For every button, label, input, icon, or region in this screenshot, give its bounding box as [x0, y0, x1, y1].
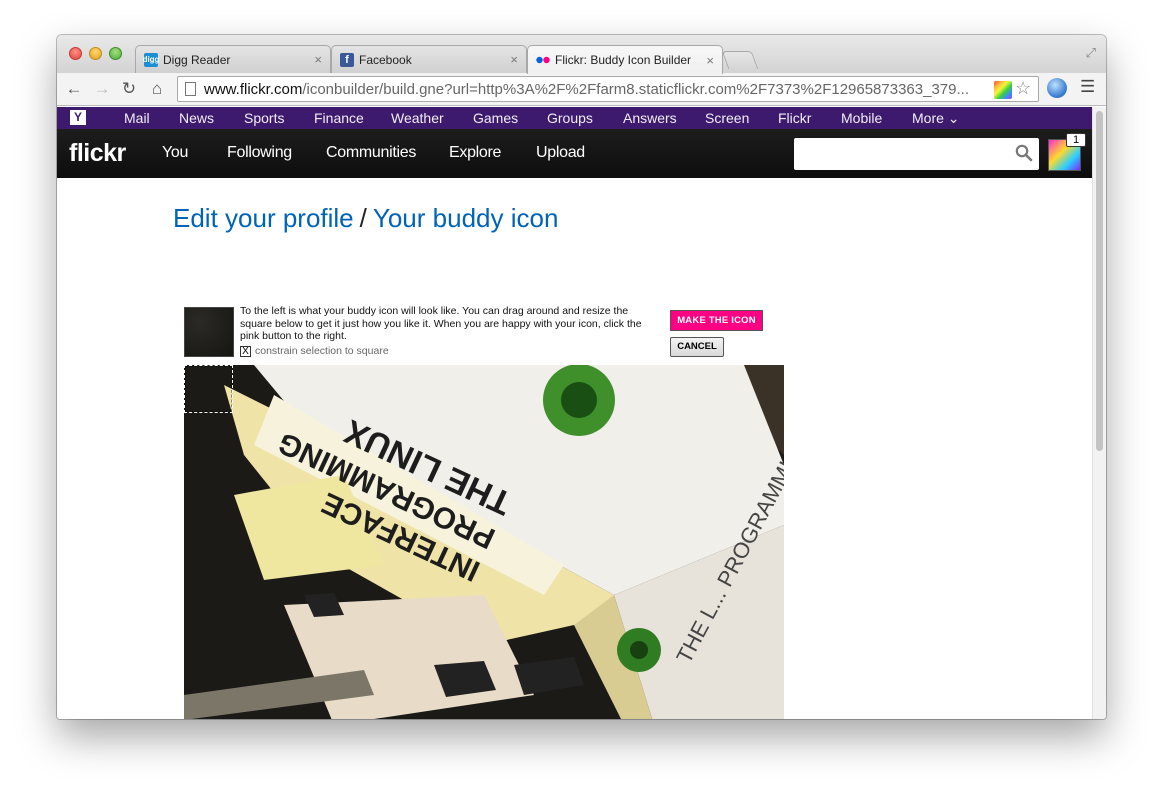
flickr-logo[interactable]: flickr — [69, 139, 126, 168]
cancel-button[interactable]: CANCEL — [670, 337, 724, 357]
search-icon[interactable] — [1015, 144, 1033, 162]
tab-title: Digg Reader — [163, 52, 231, 67]
back-arrow-icon[interactable]: ← — [63, 78, 85, 100]
yahoo-link-weather[interactable]: Weather — [391, 110, 444, 126]
book-photo-image: THE LINUX PROGRAMMING INTERFACE THE L...… — [184, 365, 784, 719]
fullscreen-icon[interactable]: ⤢ — [1086, 45, 1096, 61]
flickr-icon — [536, 53, 550, 67]
zoom-window-button[interactable] — [109, 47, 122, 60]
scrollbar-thumb[interactable] — [1096, 111, 1103, 451]
yahoo-link-answers[interactable]: Answers — [623, 110, 677, 126]
home-icon[interactable]: ⌂ — [146, 78, 168, 100]
constrain-option: X constrain selection to square — [240, 345, 389, 357]
address-bar[interactable]: www.flickr.com/iconbuilder/build.gne?url… — [177, 76, 1039, 102]
tab-title: Flickr: Buddy Icon Builder — [555, 53, 692, 67]
constrain-label: constrain selection to square — [255, 345, 389, 357]
nav-you[interactable]: You — [162, 144, 188, 162]
reload-icon[interactable]: ↻ — [118, 78, 140, 100]
tab-strip: digg Digg Reader × f Facebook × Flickr: … — [57, 35, 1106, 74]
url-path: /iconbuilder/build.gne?url=http%3A%2F%2F… — [302, 80, 969, 98]
yahoo-logo[interactable]: Y — [70, 110, 86, 125]
tab-flickr-buddy-icon[interactable]: Flickr: Buddy Icon Builder × — [527, 45, 723, 74]
nav-communities[interactable]: Communities — [326, 144, 416, 162]
browser-window: digg Digg Reader × f Facebook × Flickr: … — [57, 35, 1106, 719]
globe-extension-icon[interactable] — [1047, 78, 1067, 98]
nav-following[interactable]: Following — [227, 144, 292, 162]
yahoo-link-sports[interactable]: Sports — [244, 110, 284, 126]
crop-selection-handle[interactable] — [184, 365, 233, 413]
close-tab-icon[interactable]: × — [706, 53, 714, 68]
search-input[interactable] — [794, 138, 1039, 170]
breadcrumb-separator: / — [359, 203, 367, 233]
source-photo[interactable]: THE LINUX PROGRAMMING INTERFACE THE L...… — [184, 365, 784, 719]
yahoo-link-flickr[interactable]: Flickr — [778, 110, 811, 126]
close-tab-icon[interactable]: × — [314, 52, 322, 67]
yahoo-link-mail[interactable]: Mail — [124, 110, 150, 126]
close-tab-icon[interactable]: × — [510, 52, 518, 67]
page-viewport: Y Mail News Sports Finance Weather Games… — [57, 107, 1092, 719]
forward-arrow-icon[interactable]: → — [91, 78, 113, 100]
yahoo-link-mobile[interactable]: Mobile — [841, 110, 882, 126]
constrain-checkbox[interactable]: X — [240, 345, 251, 357]
close-window-button[interactable] — [69, 47, 82, 60]
minimize-window-button[interactable] — [89, 47, 102, 60]
digg-icon: digg — [143, 52, 159, 67]
yahoo-link-groups[interactable]: Groups — [547, 110, 593, 126]
browser-toolbar: ← → ↻ ⌂ www.flickr.com/iconbuilder/build… — [57, 73, 1106, 106]
facebook-icon: f — [340, 52, 354, 67]
tab-facebook[interactable]: f Facebook × — [331, 45, 527, 73]
breadcrumb-edit-profile[interactable]: Edit your profile — [173, 203, 354, 233]
instructions-text: To the left is what your buddy icon will… — [240, 305, 642, 342]
yahoo-link-finance[interactable]: Finance — [314, 110, 364, 126]
make-icon-button[interactable]: MAKE THE ICON — [670, 310, 763, 331]
flickr-navbar: flickr You Following Communities Explore… — [57, 129, 1092, 178]
bookmark-star-icon[interactable]: ☆ — [1015, 78, 1031, 99]
page-icon — [185, 82, 196, 96]
hamburger-menu-icon[interactable]: ☰ — [1080, 77, 1095, 97]
color-extension-icon[interactable] — [994, 81, 1012, 99]
yahoo-link-more[interactable]: More ⌄ — [912, 110, 960, 127]
nav-upload[interactable]: Upload — [536, 144, 585, 162]
url-host: www.flickr.com — [204, 80, 303, 98]
nav-explore[interactable]: Explore — [449, 144, 501, 162]
yahoo-link-screen[interactable]: Screen — [705, 110, 749, 126]
buddy-icon-preview — [184, 307, 234, 357]
new-tab-button[interactable] — [721, 51, 759, 69]
breadcrumb: Edit your profile / Your buddy icon — [173, 203, 558, 234]
yahoo-bar: Y Mail News Sports Finance Weather Games… — [57, 107, 1092, 129]
notification-badge[interactable]: 1 — [1066, 133, 1086, 147]
vertical-scrollbar[interactable] — [1092, 107, 1106, 719]
yahoo-link-games[interactable]: Games — [473, 110, 518, 126]
breadcrumb-buddy-icon[interactable]: Your buddy icon — [373, 203, 559, 233]
tab-title: Facebook — [359, 52, 412, 67]
yahoo-link-news[interactable]: News — [179, 110, 214, 126]
tab-digg-reader[interactable]: digg Digg Reader × — [135, 45, 331, 73]
